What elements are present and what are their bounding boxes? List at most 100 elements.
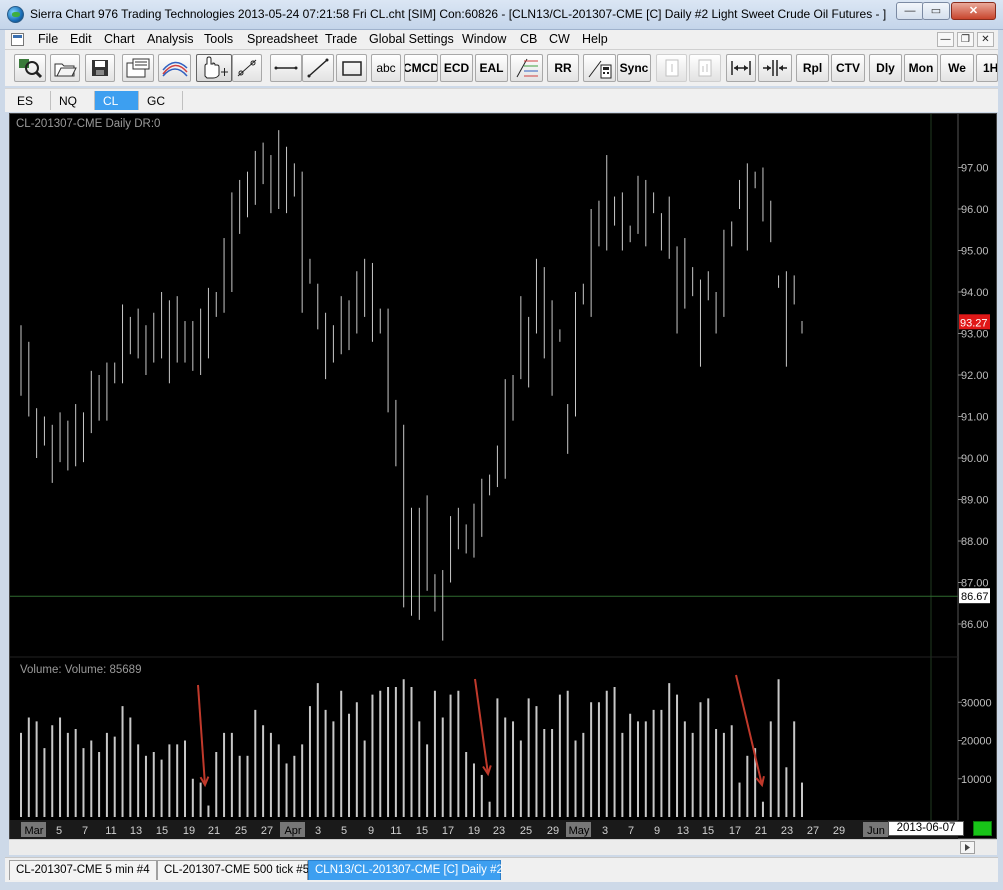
- date-tick-label: 25: [235, 825, 247, 837]
- date-tick-label: 15: [416, 825, 428, 837]
- cmcd-button[interactable]: CMCD: [404, 54, 438, 82]
- calculator-button[interactable]: [583, 54, 616, 82]
- open-button[interactable]: [50, 54, 80, 82]
- symbol-tab-gc[interactable]: GC: [139, 91, 183, 110]
- menu-analysis[interactable]: Analysis: [147, 32, 194, 46]
- scroll-right-arrow[interactable]: [960, 841, 975, 854]
- chart-header: CL-201307-CME Daily DR:0: [16, 118, 160, 130]
- last-price-label: 93.27: [960, 317, 988, 329]
- volume-study-label: Volume: Volume: 85689: [20, 664, 141, 676]
- menu-spreadsheet[interactable]: Spreadsheet: [247, 32, 318, 46]
- symbol-tab-bar: ES NQ CL GC: [5, 88, 998, 112]
- menu-cw[interactable]: CW: [549, 32, 570, 46]
- hand-pointer-icon: [204, 56, 228, 79]
- symbol-tab-nq[interactable]: NQ: [51, 91, 95, 110]
- annotation-layer: [197, 674, 765, 788]
- text-tool-button[interactable]: abc: [371, 54, 401, 82]
- mdi-close-button[interactable]: ✕: [977, 32, 994, 47]
- volume-tick-label: 30000: [961, 697, 992, 709]
- status-indicator[interactable]: [973, 821, 992, 836]
- ctv-button[interactable]: CTV: [831, 54, 865, 82]
- monthly-button[interactable]: Mon: [904, 54, 938, 82]
- chartbook-tab-5min[interactable]: CL-201307-CME 5 min #4: [9, 860, 157, 880]
- mdi-restore-button[interactable]: ❐: [957, 32, 974, 47]
- date-tick-label: 11: [105, 825, 116, 837]
- minimize-button[interactable]: —: [896, 2, 924, 20]
- horizontal-line-button[interactable]: [270, 54, 302, 82]
- cursor-mode-button[interactable]: [232, 54, 262, 82]
- menu-tools[interactable]: Tools: [204, 32, 233, 46]
- disabled-tool-button-2[interactable]: [689, 54, 721, 82]
- month-tick-label: Apr: [284, 825, 301, 837]
- close-button[interactable]: ✕: [951, 2, 996, 20]
- studies-button[interactable]: [158, 54, 191, 82]
- menu-cb[interactable]: CB: [520, 32, 537, 46]
- toolbar: abc CMCD ECD EAL RR Sync Rpl CTV Dly Mon…: [5, 50, 998, 86]
- trendline-icon: [307, 58, 329, 78]
- document-bars-icon: [698, 59, 712, 77]
- annotation-arrow: [735, 674, 763, 786]
- date-tick-label: 17: [442, 825, 454, 837]
- date-tick-label: 27: [807, 825, 819, 837]
- date-tick-label: 19: [183, 825, 195, 837]
- menu-chart[interactable]: Chart: [104, 32, 135, 46]
- price-tick-label: 94.00: [961, 287, 989, 299]
- date-tick-label: 23: [493, 825, 505, 837]
- menu-help[interactable]: Help: [582, 32, 608, 46]
- mdi-minimize-button[interactable]: —: [937, 32, 954, 47]
- chart-settings-button[interactable]: [122, 54, 154, 82]
- menu-file[interactable]: File: [38, 32, 58, 46]
- price-tick-label: 91.00: [961, 412, 989, 424]
- price-volume-chart[interactable]: 97.00 96.00 95.00 94.00 93.00 92.00 91.00 90.00…: [10, 114, 998, 840]
- grid-layer: [10, 114, 958, 820]
- daily-button[interactable]: Dly: [869, 54, 902, 82]
- price-tick-label: 87.00: [961, 578, 989, 590]
- date-tick-label: 13: [677, 825, 689, 837]
- menu-global-settings[interactable]: Global Settings: [369, 32, 454, 46]
- date-tick-label: 13: [130, 825, 142, 837]
- chartbook-tab-daily[interactable]: CLN13/CL-201307-CME [C] Daily #2: [308, 860, 503, 880]
- chart-scrollbar[interactable]: [9, 839, 997, 855]
- fibonacci-icon: [516, 58, 538, 78]
- date-tick-label: 23: [781, 825, 793, 837]
- menu-window[interactable]: Window: [462, 32, 506, 46]
- axis-layer: 97.00 96.00 95.00 94.00 93.00 92.00 91.00 90.00…: [10, 114, 992, 840]
- fibonacci-button[interactable]: [510, 54, 543, 82]
- symbol-tab-es[interactable]: ES: [9, 91, 51, 110]
- symbol-search-button[interactable]: [14, 54, 46, 82]
- date-tick-label: 21: [755, 825, 767, 837]
- rectangle-button[interactable]: [336, 54, 367, 82]
- maximize-button[interactable]: ▭: [922, 2, 950, 20]
- menu-edit[interactable]: Edit: [70, 32, 92, 46]
- ohlc-bars-layer: [20, 130, 803, 641]
- disabled-tool-button-1[interactable]: [656, 54, 687, 82]
- menu-trade[interactable]: Trade: [325, 32, 357, 46]
- date-tick-label: 15: [156, 825, 168, 837]
- sync-button[interactable]: Sync: [617, 54, 651, 82]
- symbol-tab-cl[interactable]: CL: [95, 91, 139, 110]
- date-tick-label: 29: [547, 825, 559, 837]
- study-curves-icon: [161, 61, 188, 77]
- one-hour-button[interactable]: 1H: [976, 54, 998, 82]
- rpl-button[interactable]: Rpl: [796, 54, 829, 82]
- compress-horizontal-icon: [763, 60, 787, 76]
- ecd-button[interactable]: ECD: [440, 54, 473, 82]
- eal-button[interactable]: EAL: [475, 54, 508, 82]
- save-button[interactable]: [85, 54, 115, 82]
- document-icon: [665, 59, 678, 77]
- trendline-button[interactable]: [302, 54, 334, 82]
- price-tick-label: 86.00: [961, 619, 989, 631]
- compress-bars-button[interactable]: [758, 54, 792, 82]
- chart-area[interactable]: 97.00 96.00 95.00 94.00 93.00 92.00 91.00 90.00…: [9, 113, 998, 840]
- date-tick-label: 7: [628, 825, 634, 837]
- rr-button[interactable]: RR: [547, 54, 579, 82]
- hand-cursor-button[interactable]: [196, 54, 232, 82]
- chart-window-icon[interactable]: [11, 33, 24, 46]
- expand-bars-button[interactable]: [726, 54, 756, 82]
- calculator-icon: [588, 60, 611, 79]
- price-tick-label: 88.00: [961, 536, 989, 548]
- chartbook-tab-500tick[interactable]: CL-201307-CME 500 tick #5: [157, 860, 309, 880]
- date-tick-label: 11: [390, 825, 401, 837]
- weekly-button[interactable]: We: [940, 54, 974, 82]
- crosshair-line-icon: [237, 59, 257, 77]
